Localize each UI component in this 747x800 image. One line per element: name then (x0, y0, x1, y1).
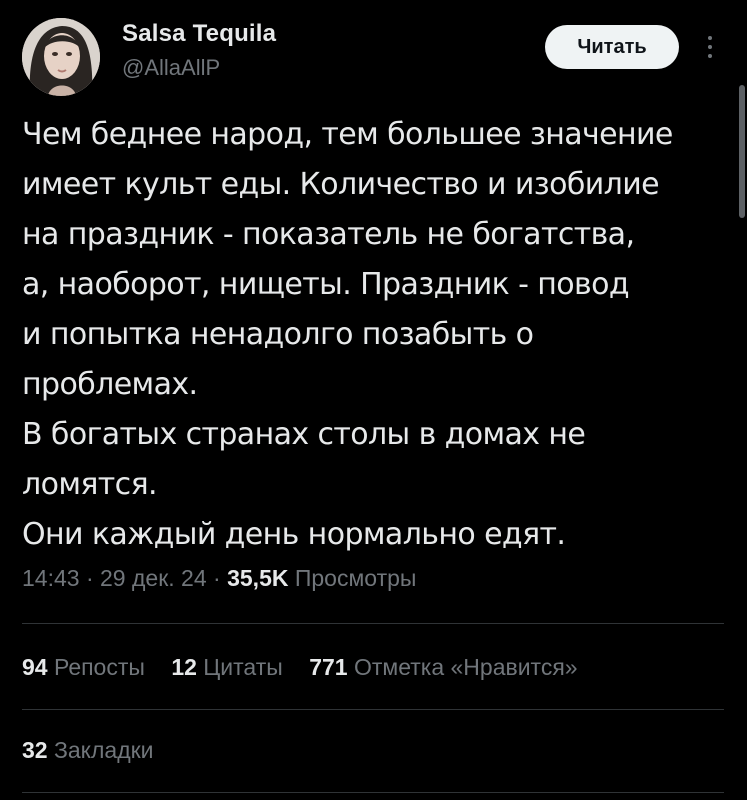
tweet-text: Чем беднее народ, тем большее значение и… (22, 110, 722, 560)
avatar[interactable] (22, 18, 100, 96)
tweet-line: проблемах. (22, 367, 198, 402)
tweet-line: ломятся. (22, 467, 158, 502)
divider (22, 792, 724, 793)
follow-button[interactable]: Читать (545, 25, 679, 69)
reposts-stat[interactable]: 94 Репосты (22, 654, 145, 681)
bookmarks-stat[interactable]: 32 Закладки (22, 737, 174, 764)
meta-separator: · (206, 565, 228, 591)
bookmarks-label: Закладки (53, 737, 154, 763)
reposts-label: Репосты (53, 654, 145, 680)
tweet-time[interactable]: 14:43 (22, 565, 80, 591)
engagement-stats: 94 Репосты 12 Цитаты 771 Отметка «Нравит… (22, 654, 598, 681)
likes-label: Отметка «Нравится» (353, 654, 578, 680)
quotes-stat[interactable]: 12 Цитаты (171, 654, 282, 681)
tweet-line: имеет культ еды. Количество и изобилие (22, 167, 660, 202)
meta-separator: · (79, 565, 101, 591)
author-handle[interactable]: @AllaAllP (122, 55, 220, 81)
tweet-line: на праздник - показатель не богатства, (22, 217, 635, 252)
views-label: Просмотры (294, 565, 417, 591)
reposts-count: 94 (22, 654, 48, 680)
bookmarks-count: 32 (22, 737, 48, 763)
tweet-line: и попытка ненадолго позабыть о (22, 317, 534, 352)
quotes-count: 12 (171, 654, 197, 680)
quotes-label: Цитаты (203, 654, 283, 680)
tweet-line: Они каждый день нормально едят. (22, 517, 566, 552)
tweet-line: В богатых странах столы в домах не (22, 417, 586, 452)
views-count: 35,5K (227, 565, 289, 591)
divider (22, 709, 724, 710)
scrollbar[interactable] (739, 85, 745, 218)
tweet-date[interactable]: 29 дек. 24 (100, 565, 207, 591)
divider (22, 623, 724, 624)
likes-stat[interactable]: 771 Отметка «Нравится» (309, 654, 577, 681)
tweet-meta: 14:43 · 29 дек. 24 · 35,5K Просмотры (22, 565, 416, 592)
more-vertical-icon[interactable] (700, 30, 720, 64)
author-name[interactable]: Salsa Tequila (122, 20, 276, 48)
tweet-line: Чем беднее народ, тем большее значение (22, 117, 673, 152)
likes-count: 771 (309, 654, 348, 680)
tweet-line: а, наоборот, нищеты. Праздник - повод (22, 267, 630, 302)
